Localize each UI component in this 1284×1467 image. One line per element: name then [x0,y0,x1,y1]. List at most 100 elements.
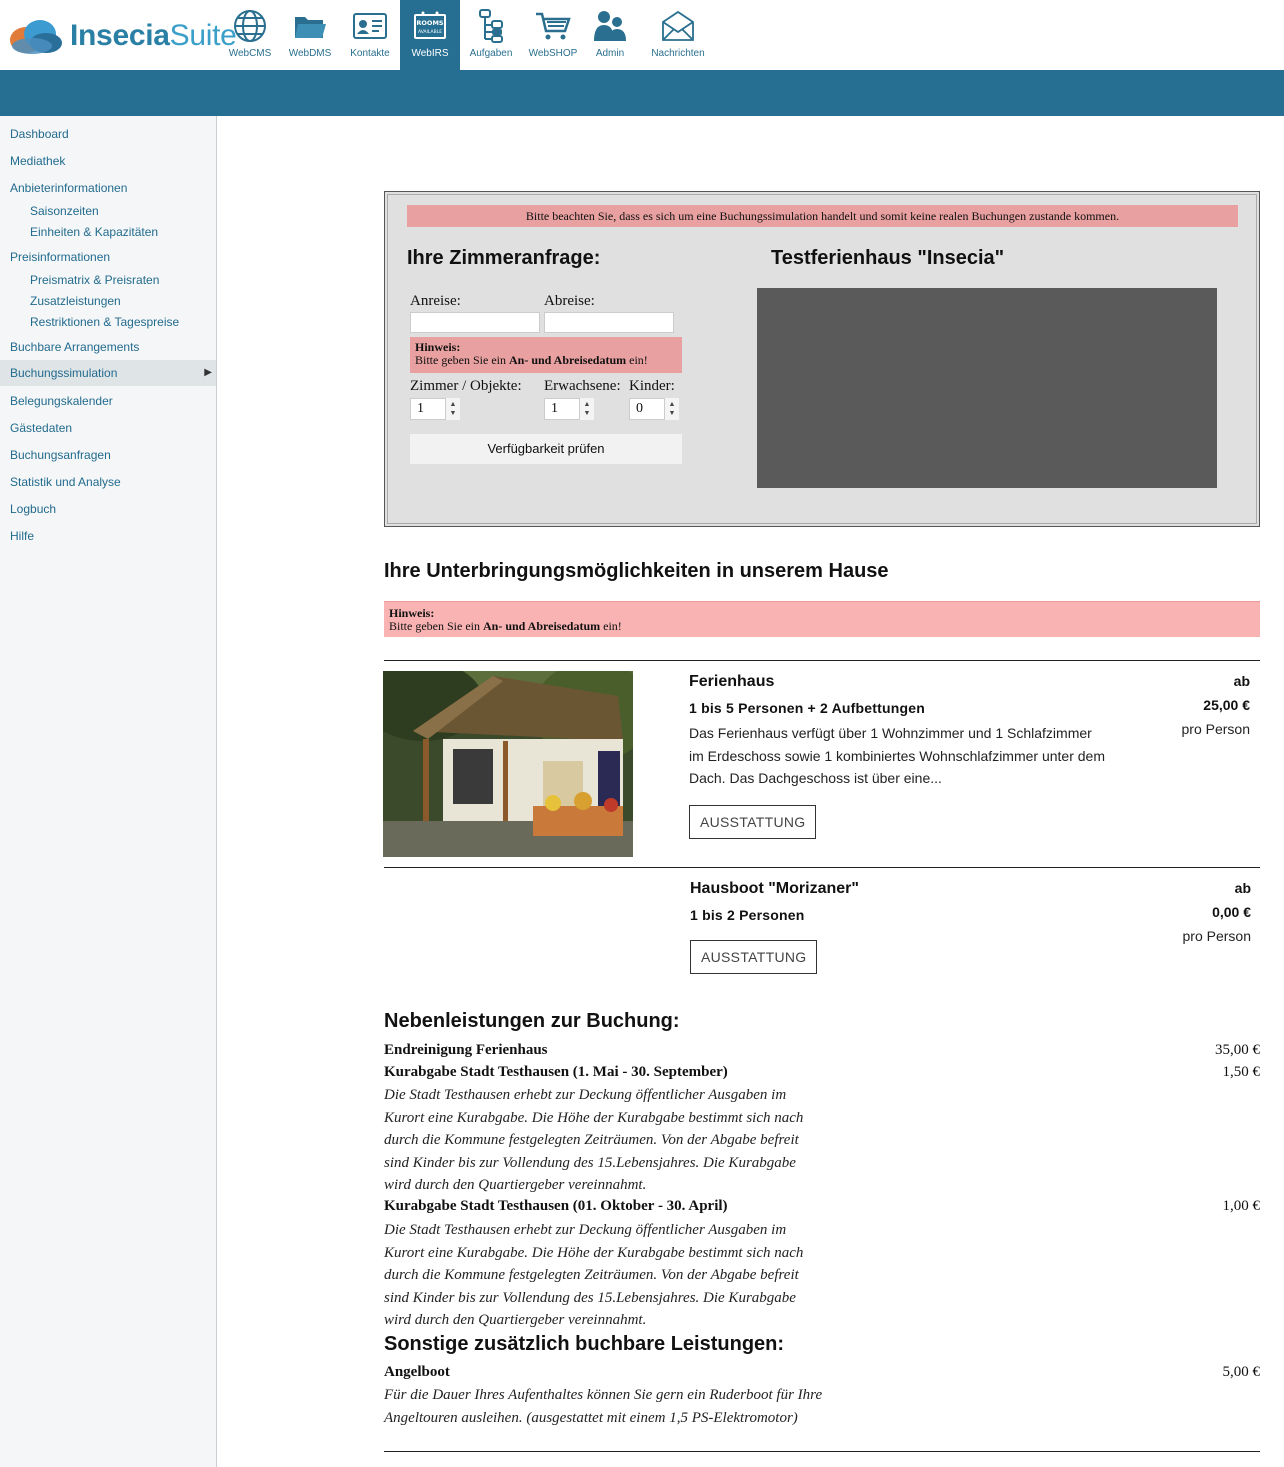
nav-aufgaben[interactable]: Aufgaben [460,0,522,70]
price-box: ab 0,00 € pro Person [1101,880,1251,944]
price-unit: pro Person [1181,721,1250,737]
sidebar-item-saisonzeiten[interactable]: Saisonzeiten [0,201,216,222]
nav-webirs[interactable]: ROOMS AVAILABLE WebIRS [400,0,460,70]
accommodation-capacity: 1 bis 2 Personen [690,907,805,923]
sidebar-item-einheiten[interactable]: Einheiten & Kapazitäten [0,222,216,243]
nav-webdms[interactable]: WebDMS [280,0,340,70]
accommodations-hint: Hinweis: Bitte geben Sie ein An- und Abr… [384,601,1260,637]
sidebar-item-logbuch[interactable]: Logbuch [0,496,216,522]
departure-label: Abreise: [544,293,595,309]
sidebar-item-mediathek[interactable]: Mediathek [0,148,216,174]
nav-admin[interactable]: Admin [584,0,636,70]
children-stepper[interactable]: 0 [629,398,665,420]
other-services-title: Sonstige zusätzlich buchbare Leistungen: [384,1333,785,1355]
users-icon [592,8,628,44]
sidebar-item-preisinformationen[interactable]: Preisinformationen [0,244,216,270]
house-image-placeholder [757,288,1217,488]
chevron-up-icon[interactable]: ▲ [584,400,591,409]
cart-icon [535,8,571,44]
chevron-down-icon[interactable]: ▼ [669,409,676,418]
adults-stepper[interactable]: 1 [544,398,580,420]
chevron-down-icon[interactable]: ▼ [450,409,457,418]
task-tree-icon [473,8,509,44]
mail-icon [660,8,696,44]
sidebar-item-hilfe[interactable]: Hilfe [0,523,216,549]
sidebar: Dashboard Mediathek Anbieterinformatione… [0,116,217,1467]
rooms-stepper-arrows[interactable]: ▲ ▼ [446,398,460,420]
sidebar-item-buchungssimulation[interactable]: Buchungssimulation ▶ [0,360,216,386]
sidebar-item-restriktionen[interactable]: Restriktionen & Tagespreise [0,312,216,333]
nav-label: Kontakte [350,48,390,59]
svg-text:ROOMS: ROOMS [416,19,444,27]
nav-label: Nachrichten [651,48,705,59]
top-nav: WebCMS WebDMS Kontakte ROOMS AVAILABLE We… [220,0,720,70]
chevron-down-icon[interactable]: ▼ [584,409,591,418]
sidebar-item-anbieterinformationen[interactable]: Anbieterinformationen [0,175,216,201]
folder-icon [292,8,328,44]
ferienhaus-photo[interactable] [383,671,633,857]
price-unit: pro Person [1182,928,1251,944]
house-title: Testferienhaus "Insecia" [771,247,1005,269]
extra-description: Die Stadt Testhausen erhebt zur Deckung … [384,1222,804,1328]
hint-text-end: ein! [600,619,622,633]
equipment-button[interactable]: AUSSTATTUNG [689,805,817,839]
brand-name: InseciaSuite [70,19,237,52]
date-hint: Hinweis: Bitte geben Sie ein An- und Abr… [410,337,682,373]
adults-stepper-arrows[interactable]: ▲ ▼ [580,398,594,420]
nav-label: WebIRS [411,48,449,59]
divider [384,1451,1260,1452]
simulation-warning: Bitte beachten Sie, dass es sich um eine… [407,205,1238,227]
extra-name: Endreinigung Ferienhaus [384,1042,548,1058]
sidebar-item-belegungskalender[interactable]: Belegungskalender [0,388,216,414]
price-box: ab 25,00 € pro Person [1100,673,1250,737]
extra-row: Kurabgabe Stadt Testhausen (1. Mai - 30.… [384,1064,1260,1081]
hint-title: Hinweis: [415,340,461,354]
arrow-right-icon: ▶ [204,367,212,378]
extra-description: Die Stadt Testhausen erhebt zur Deckung … [384,1087,804,1193]
extra-price: 5,00 € [1222,1364,1261,1380]
header-bar [0,70,1284,116]
children-label: Kinder: [629,378,675,394]
price-prefix: ab [1234,880,1251,896]
nav-nachrichten[interactable]: Nachrichten [636,0,720,70]
cloud-logo-icon [10,20,62,54]
extra-row: Angelboot 5,00 € [384,1364,1260,1381]
nav-webshop[interactable]: WebSHOP [522,0,584,70]
extra-name: Kurabgabe Stadt Testhausen (01. Oktober … [384,1198,728,1214]
globe-icon [232,8,268,44]
sidebar-item-statistik[interactable]: Statistik und Analyse [0,469,216,495]
nav-webcms[interactable]: WebCMS [220,0,280,70]
hint-text-bold: An- und Abreisedatum [508,353,627,367]
children-stepper-arrows[interactable]: ▲ ▼ [665,398,679,420]
sidebar-item-buchungsanfragen[interactable]: Buchungsanfragen [0,442,216,468]
extra-price: 1,50 € [1222,1064,1261,1080]
departure-date-input[interactable] [544,312,674,333]
extra-name: Angelboot [384,1364,450,1380]
accommodation-name[interactable]: Ferienhaus [689,673,774,691]
sidebar-item-arrangements[interactable]: Buchbare Arrangements [0,334,216,360]
chevron-up-icon[interactable]: ▲ [450,400,457,409]
sidebar-item-preismatrix[interactable]: Preismatrix & Preisraten [0,270,216,291]
chevron-up-icon[interactable]: ▲ [669,400,676,409]
request-title: Ihre Zimmeranfrage: [407,247,601,269]
arrival-date-input[interactable] [410,312,540,333]
check-availability-button[interactable]: Verfügbarkeit prüfen [410,434,682,464]
sidebar-item-zusatzleistungen[interactable]: Zusatzleistungen [0,291,216,312]
sidebar-item-dashboard[interactable]: Dashboard [0,121,216,147]
equipment-button[interactable]: AUSSTATTUNG [690,940,818,974]
accommodation-name[interactable]: Hausboot "Morizaner" [690,880,859,898]
sidebar-item-gaestedaten[interactable]: Gästedaten [0,415,216,441]
adults-label: Erwachsene: [544,378,621,394]
app-header: InseciaSuite WebCMS WebDMS Kontakte ROOM… [0,0,1284,70]
price-value: 0,00 € [1212,904,1251,920]
price-value: 25,00 € [1203,697,1250,713]
svg-text:AVAILABLE: AVAILABLE [418,29,442,35]
nav-label: Aufgaben [469,48,513,59]
brand-logo[interactable]: InseciaSuite [8,14,237,58]
sidebar-item-label: Buchungssimulation [10,366,118,380]
nav-kontakte[interactable]: Kontakte [340,0,400,70]
extra-row: Kurabgabe Stadt Testhausen (01. Oktober … [384,1198,1260,1215]
extra-name: Kurabgabe Stadt Testhausen (1. Mai - 30.… [384,1064,728,1080]
hint-title: Hinweis: [389,606,435,620]
rooms-stepper[interactable]: 1 [410,398,446,420]
